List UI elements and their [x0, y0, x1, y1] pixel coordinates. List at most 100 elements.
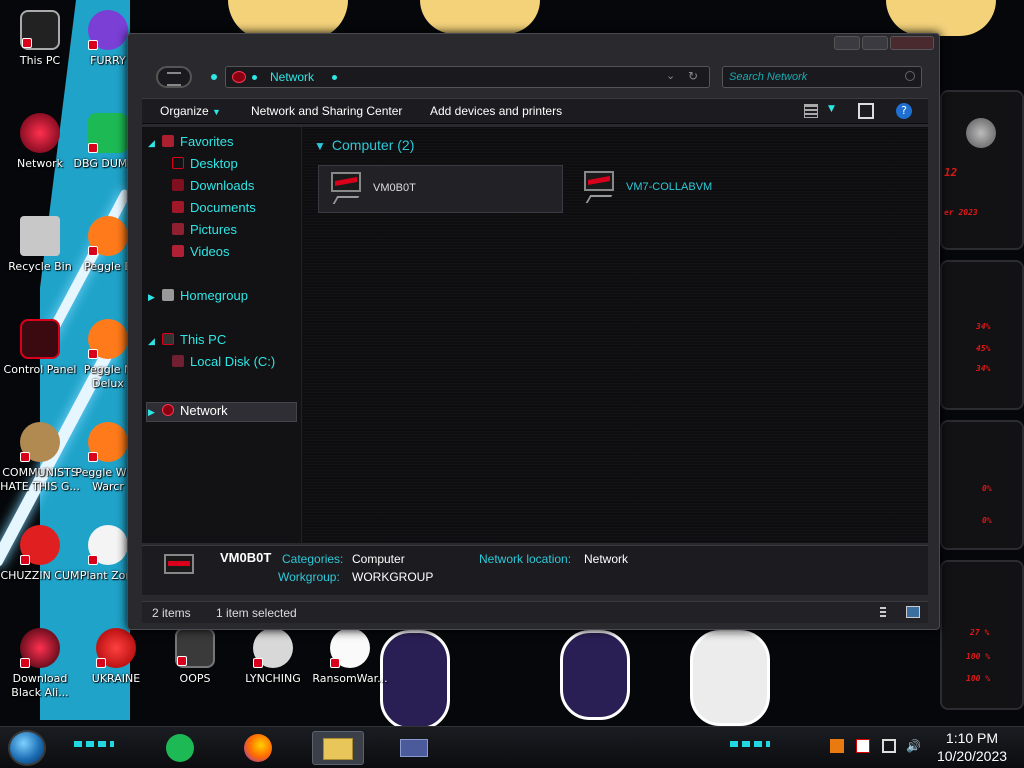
view-options-icon[interactable]: [804, 104, 818, 118]
shortcut-arrow-icon: [20, 452, 30, 462]
nav-item-desktop[interactable]: Desktop: [172, 156, 238, 174]
nav-item-favorites[interactable]: ◢ Favorites: [148, 134, 233, 152]
address-bar[interactable]: Network ⌄ ↻: [225, 66, 710, 88]
network-tray-icon[interactable]: [882, 739, 896, 753]
search-input[interactable]: Search Network: [722, 66, 922, 88]
taskbar-firefox[interactable]: [236, 731, 280, 765]
gadget-readout: 34%: [976, 322, 991, 331]
desktop-icon-ukraine[interactable]: UKRAINE: [76, 628, 156, 686]
chuzzle-icon: [20, 525, 60, 565]
shortcut-arrow-icon: [330, 658, 340, 668]
taskbar: 🔊 1:10 PM 10/20/2023: [0, 726, 1024, 768]
details-view-icon[interactable]: [880, 607, 886, 619]
computer-icon: [162, 333, 174, 345]
computer-item[interactable]: VM7-COLLABVM: [572, 165, 817, 213]
selection-count: 1 item selected: [216, 606, 297, 620]
gadget-readout: 100 %: [966, 674, 991, 683]
sharing-center-button[interactable]: Network and Sharing Center: [251, 104, 402, 118]
group-header-computer[interactable]: ▼ Computer (2): [314, 137, 414, 153]
shortcut-arrow-icon: [177, 656, 187, 666]
content-pane: ▼ Computer (2) VM0B0T VM7-COLLABVM: [302, 127, 928, 543]
chevron-down-icon: ▼: [314, 139, 326, 153]
taskbar-spreadsheet-app[interactable]: [158, 731, 202, 765]
chevron-down-icon[interactable]: ⌄: [666, 69, 675, 82]
details-value: WORKGROUP: [352, 570, 434, 584]
homegroup-icon: [162, 289, 174, 301]
drive-icon: [172, 355, 184, 367]
nav-label: Pictures: [190, 222, 237, 237]
back-forward-button[interactable]: [156, 66, 192, 88]
clock-date: 10/20/2023: [936, 748, 1008, 764]
taskbar-file-explorer[interactable]: [312, 731, 364, 765]
gadget-panel: [940, 260, 1024, 410]
peggle-icon: [88, 319, 128, 359]
search-placeholder: Search Network: [729, 71, 808, 83]
pictures-folder-icon: [172, 223, 184, 235]
large-icons-view-icon[interactable]: [906, 606, 920, 618]
money-bag-icon: [20, 422, 60, 462]
refresh-icon[interactable]: ↻: [688, 69, 698, 83]
nav-label: Documents: [190, 200, 256, 215]
shortcut-arrow-icon: [20, 555, 30, 565]
nav-item-this-pc[interactable]: ◢ This PC: [148, 332, 226, 350]
tray-app-icon[interactable]: [830, 739, 844, 753]
taskbar-clock[interactable]: 1:10 PM 10/20/2023: [924, 729, 1020, 765]
shortcut-arrow-icon: [88, 40, 98, 50]
nav-item-local-disk[interactable]: Local Disk (C:): [172, 354, 275, 372]
desktop-icon-label: OOPS: [179, 672, 211, 685]
taskbar-control-panel[interactable]: [388, 731, 440, 765]
action-center-icon[interactable]: [856, 739, 870, 753]
gadget-readout: 27 %: [970, 628, 990, 637]
nav-label: Favorites: [180, 134, 234, 149]
desktop-icon-download-black-alien[interactable]: Download Black Ali...: [0, 628, 80, 700]
details-label: Workgroup:: [278, 570, 340, 584]
nav-item-pictures[interactable]: Pictures: [172, 222, 237, 240]
nav-item-homegroup[interactable]: ▶ Homegroup: [148, 288, 248, 306]
gadget-readout: 0%: [982, 484, 992, 493]
help-icon[interactable]: ?: [896, 103, 912, 119]
shortcut-arrow-icon: [88, 349, 98, 359]
nav-item-documents[interactable]: Documents: [172, 200, 256, 218]
details-value: Network: [584, 552, 629, 566]
shortcut-arrow-icon: [88, 555, 98, 565]
status-bar: 2 items 1 item selected: [142, 601, 928, 623]
control-panel-icon: [20, 319, 60, 359]
chevron-down-icon[interactable]: ▼: [828, 104, 835, 114]
minimize-button[interactable]: [834, 36, 860, 50]
app-icon: [253, 628, 293, 668]
chevron-down-icon: ▼: [212, 107, 221, 117]
organize-button[interactable]: Organize ▼: [160, 104, 221, 118]
spreadsheet-icon: [166, 734, 194, 762]
details-label: Categories:: [282, 552, 344, 566]
desktop-icon-ransomware[interactable]: RansomWar...: [310, 628, 390, 686]
desktop-icon-oops[interactable]: OOPS: [155, 628, 235, 686]
nav-label: Downloads: [190, 178, 255, 193]
address-bar-row: Network ⌄ ↻ Search Network: [128, 62, 941, 94]
desktop-icon-lynching[interactable]: LYNCHING: [233, 628, 313, 686]
spreadsheet-icon: [88, 113, 128, 153]
close-button[interactable]: [890, 36, 934, 50]
volume-icon[interactable]: 🔊: [906, 739, 921, 753]
shortcut-arrow-icon: [96, 658, 106, 668]
firefox-icon: [244, 734, 272, 762]
computer-item[interactable]: VM0B0T: [318, 165, 563, 213]
start-button[interactable]: [8, 730, 46, 766]
peggle-icon: [88, 216, 128, 256]
nav-item-network[interactable]: ▶ Network: [148, 403, 228, 421]
collapsed-arrow-icon: ▶: [148, 407, 155, 417]
preview-pane-icon[interactable]: [858, 103, 874, 119]
computer-name: VM0B0T: [373, 182, 416, 194]
nav-item-downloads[interactable]: Downloads: [172, 178, 254, 196]
computer-icon: [582, 169, 616, 207]
wallpaper-character-leg: [380, 630, 450, 730]
maximize-button[interactable]: [862, 36, 888, 50]
wallpaper-character-face: [886, 0, 996, 36]
desktop-folder-icon: [172, 157, 184, 169]
computer-name: VM7-COLLABVM: [626, 181, 713, 193]
gadget-readout: er 2023: [944, 208, 978, 217]
app-icon: [88, 10, 128, 50]
add-devices-button[interactable]: Add devices and printers: [430, 104, 562, 118]
shortcut-arrow-icon: [88, 246, 98, 256]
nav-item-videos[interactable]: Videos: [172, 244, 230, 262]
shortcut-arrow-icon: [88, 143, 98, 153]
